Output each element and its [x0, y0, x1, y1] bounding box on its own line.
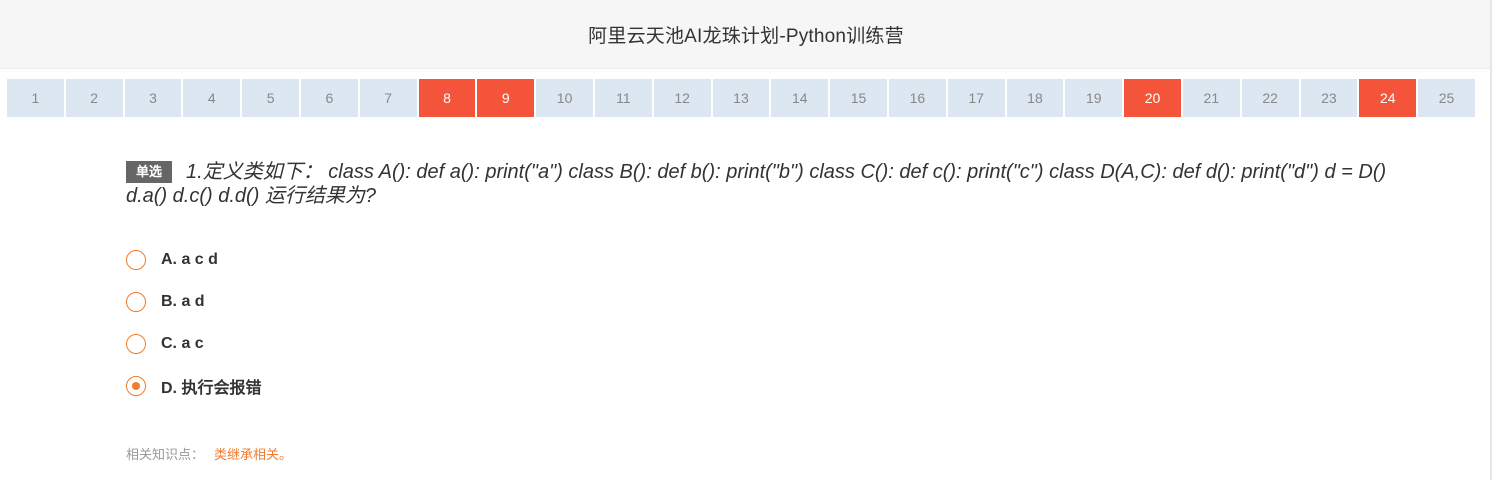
- option-c-radio[interactable]: [126, 334, 146, 354]
- related-knowledge: 相关知识点： 类继承相关。: [126, 444, 292, 463]
- option-d[interactable]: D. 执行会报错: [126, 373, 261, 399]
- question-nav-item[interactable]: 4: [183, 79, 241, 117]
- question-nav-item[interactable]: 11: [594, 79, 652, 117]
- option-a[interactable]: A. a c d: [126, 247, 261, 273]
- question-nav-item[interactable]: 12: [653, 79, 711, 117]
- option-a-label: A. a c d: [161, 251, 218, 268]
- question-nav-item[interactable]: 2: [65, 79, 123, 117]
- question-nav-item[interactable]: 9: [477, 79, 535, 117]
- question-nav-item[interactable]: 20: [1124, 79, 1181, 117]
- question-nav-item[interactable]: 1: [7, 79, 64, 117]
- answer-options: A. a c d B. a d C. a c D. 执行会报错: [126, 247, 261, 415]
- question-nav-item[interactable]: 15: [830, 79, 887, 117]
- question-nav-item[interactable]: 5: [242, 79, 299, 117]
- knowledge-topic-link[interactable]: 类继承相关。: [214, 447, 292, 462]
- page-title: 阿里云天池AI龙珠计划-Python训练营: [588, 25, 904, 47]
- question-block: 单选 1.定义类如下： class A(): def a(): print("a"…: [126, 160, 1396, 208]
- question-nav-item[interactable]: 7: [359, 79, 417, 117]
- question-nav-item[interactable]: 16: [888, 79, 946, 117]
- question-nav-item[interactable]: 18: [1006, 79, 1064, 117]
- option-b-radio[interactable]: [126, 292, 146, 312]
- question-nav-item[interactable]: 21: [1182, 79, 1240, 117]
- knowledge-label: 相关知识点：: [126, 447, 205, 462]
- question-nav-item[interactable]: 8: [418, 79, 476, 117]
- option-d-radio[interactable]: [126, 376, 146, 396]
- question-text: 1.定义类如下： class A(): def a(): print("a") …: [126, 161, 1387, 207]
- option-c[interactable]: C. a c: [126, 331, 261, 357]
- option-d-label: D. 执行会报错: [161, 380, 262, 397]
- question-nav-item[interactable]: 6: [300, 79, 358, 117]
- question-nav-item[interactable]: 13: [712, 79, 770, 117]
- question-nav-item[interactable]: 23: [1300, 79, 1358, 117]
- question-type-badge: 单选: [126, 161, 173, 183]
- option-a-radio[interactable]: [126, 250, 146, 270]
- question-nav-item[interactable]: 10: [536, 79, 593, 117]
- question-nav-item[interactable]: 14: [771, 79, 829, 117]
- option-b[interactable]: B. a d: [126, 289, 261, 315]
- question-nav-item[interactable]: 17: [947, 79, 1005, 117]
- question-nav-item[interactable]: 22: [1241, 79, 1299, 117]
- option-c-label: C. a c: [161, 335, 204, 352]
- question-nav-item[interactable]: 25: [1418, 79, 1475, 117]
- question-navigator: 1 2 3 4 5 6 7 8 9 10 11 12 13 14 15 16 17 18 19 20 21 22 23 24 2…: [7, 79, 1475, 117]
- question-nav-item[interactable]: 24: [1359, 79, 1417, 117]
- page-header: 阿里云天池AI龙珠计划-Python训练营: [0, 0, 1492, 69]
- option-b-label: B. a d: [161, 293, 205, 310]
- question-nav-item[interactable]: 19: [1065, 79, 1123, 117]
- question-nav-item[interactable]: 3: [124, 79, 182, 117]
